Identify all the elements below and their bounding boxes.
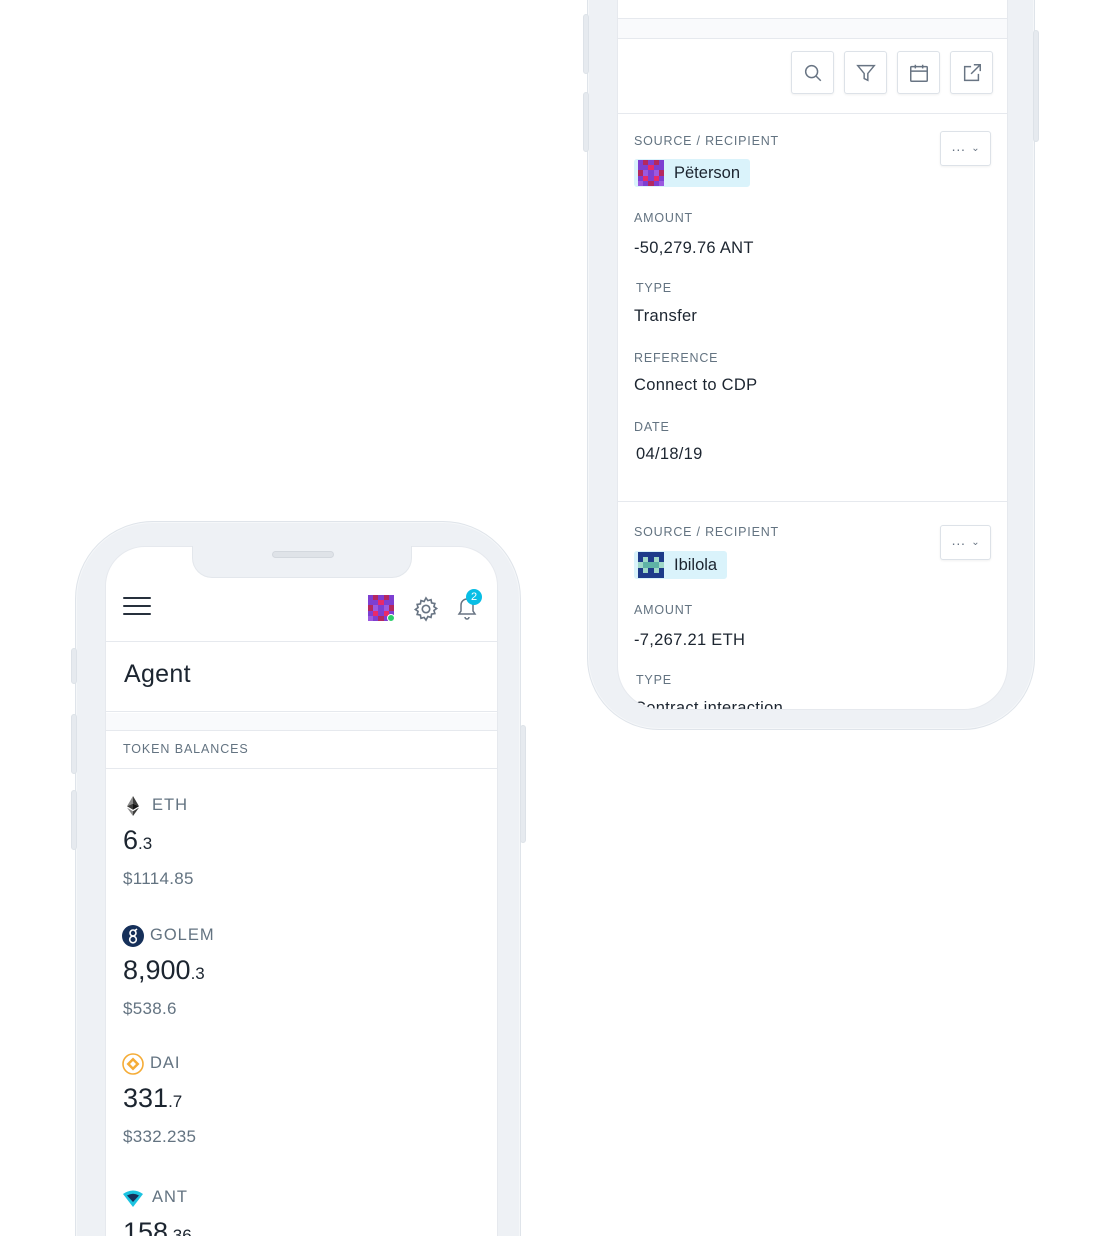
recipient-name: Pëterson — [674, 163, 741, 182]
token-amount-dec: .3 — [138, 834, 153, 853]
page-title: Agent — [124, 660, 191, 688]
token-balances-header: TOKEN BALANCES — [106, 732, 497, 769]
phone-speaker — [272, 551, 334, 558]
export-button[interactable] — [950, 51, 993, 94]
type-value: Transfer — [634, 307, 698, 325]
type-label: TYPE — [636, 673, 672, 687]
token-name: ETH — [152, 796, 188, 814]
date-range-button[interactable] — [897, 51, 940, 94]
transactions-toolbar — [618, 39, 1007, 114]
source-label: SOURCE / RECIPIENT — [634, 134, 779, 148]
eth-icon — [127, 796, 139, 816]
token-name: DAI — [150, 1054, 181, 1072]
filter-button[interactable] — [844, 51, 887, 94]
phone-side-button — [583, 14, 589, 74]
section-title: TOKEN BALANCES — [123, 742, 249, 756]
recipient-badge[interactable]: Ibilola — [634, 551, 728, 579]
date-label: DATE — [634, 420, 670, 434]
filter-icon — [855, 64, 876, 82]
date-value: 04/18/19 — [636, 445, 703, 463]
token-amount-dec: .7 — [168, 1092, 183, 1111]
phone-side-button — [583, 92, 589, 152]
identicon-avatar — [638, 552, 664, 578]
chevron-down-icon: ⌄ — [971, 143, 980, 154]
transaction-menu-button[interactable]: ··· ⌄ — [940, 525, 991, 560]
dai-icon — [122, 1053, 144, 1075]
title-bar: Agent — [106, 642, 497, 712]
token-amount: 158.36 — [123, 1217, 192, 1236]
search-icon — [804, 64, 821, 81]
amount-value: -50,279.76 ANT — [634, 239, 754, 257]
token-usd-value: $332.235 — [123, 1127, 197, 1146]
reference-label: REFERENCE — [634, 351, 719, 365]
recipient-badge[interactable]: Pëterson — [634, 159, 751, 187]
token-amount-int: 331 — [123, 1083, 169, 1113]
notification-count-badge: 2 — [466, 589, 482, 605]
section-gap — [618, 19, 1007, 39]
token-name: ANT — [152, 1188, 188, 1206]
token-amount-dec: .36 — [168, 1226, 192, 1236]
golem-icon — [122, 925, 144, 947]
token-amount: 6.3 — [123, 825, 152, 856]
phone-side-button — [520, 725, 526, 843]
token-usd-value: $1114.85 — [123, 869, 194, 888]
online-status-dot — [387, 614, 395, 622]
reference-value: Connect to CDP — [634, 376, 758, 394]
amount-label: AMOUNT — [634, 211, 693, 225]
chevron-down-icon: ⌄ — [971, 537, 980, 548]
amount-value: -7,267.21 ETH — [634, 631, 746, 649]
type-label: TYPE — [636, 281, 672, 295]
transactions-screen: SOURCE / RECIPIENT ··· ⌄ Pëterson AMOUNT… — [617, 0, 1008, 710]
search-button[interactable] — [791, 51, 834, 94]
hamburger-menu-icon[interactable] — [123, 597, 151, 615]
amount-label: AMOUNT — [634, 603, 693, 617]
source-label: SOURCE / RECIPIENT — [634, 525, 779, 539]
token-amount-int: 6 — [123, 825, 139, 855]
token-amount-int: 158 — [123, 1217, 169, 1236]
phone-side-button — [1033, 30, 1039, 142]
token-amount: 331.7 — [123, 1083, 182, 1114]
gear-icon[interactable] — [412, 595, 440, 623]
top-bar — [618, 0, 1007, 19]
token-name: GOLEM — [150, 926, 215, 944]
phone-side-button — [71, 648, 77, 684]
divider — [618, 501, 1007, 502]
external-link-icon — [963, 63, 981, 81]
calendar-icon — [909, 64, 928, 82]
section-gap — [106, 713, 497, 731]
more-icon: ··· — [951, 534, 966, 551]
identicon-avatar — [638, 160, 664, 186]
recipient-name: Ibilola — [674, 555, 718, 574]
token-amount-dec: .3 — [190, 964, 205, 983]
token-usd-value: $538.6 — [123, 999, 177, 1018]
phone-side-button — [71, 714, 77, 774]
agent-screen: 2 Agent TOKEN BALANCES ETH 6.3 $1114.85 … — [105, 546, 498, 1236]
phone-side-button — [71, 790, 77, 850]
token-amount-int: 8,900 — [123, 955, 191, 985]
token-amount: 8,900.3 — [123, 955, 205, 986]
type-value: Contract interaction — [634, 699, 784, 710]
transaction-menu-button[interactable]: ··· ⌄ — [940, 131, 991, 166]
ant-icon — [123, 1190, 143, 1207]
more-icon: ··· — [951, 140, 966, 157]
